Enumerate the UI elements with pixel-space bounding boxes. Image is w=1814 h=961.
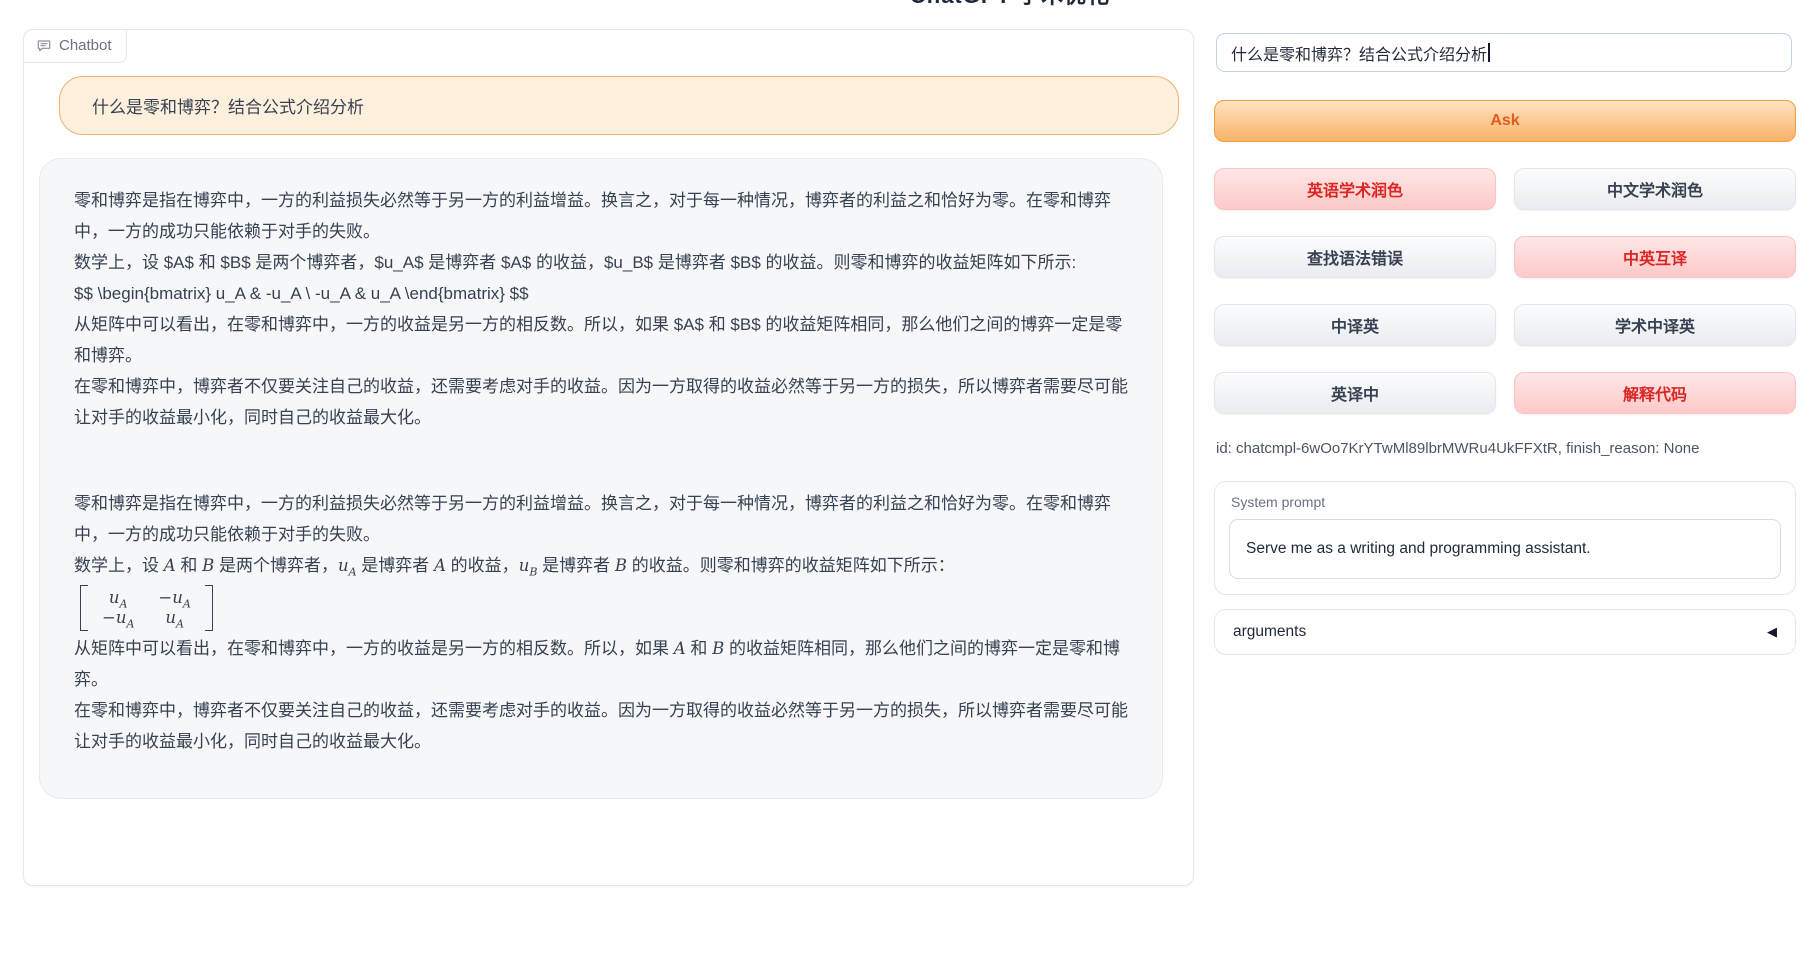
matrix-cell: uA [102,588,134,608]
bot-raw-paragraph-1: 零和博弈是指在博弈中，一方的利益损失必然等于另一方的利益增益。换言之，对于每一种… [74,185,1128,247]
matrix-cell: −uA [158,588,190,608]
payoff-matrix: uA −uA −uA uA [80,585,213,631]
math-var: B [712,639,724,658]
bot-raw-paragraph-5: 在零和博弈中，博弈者不仅要关注自己的收益，还需要考虑对手的收益。因为一方取得的收… [74,371,1128,433]
math-var: A [164,556,176,575]
math-subscript: A [349,565,357,578]
bot-rendered-paragraph-1: 零和博弈是指在博弈中，一方的利益损失必然等于另一方的利益增益。换言之，对于每一种… [74,488,1128,550]
bot-raw-paragraph-4: 从矩阵中可以看出，在零和博弈中，一方的收益是另一方的相反数。所以，如果 $A$ … [74,309,1128,371]
system-prompt-input[interactable]: Serve me as a writing and programming as… [1229,519,1781,579]
user-message-bubble: 什么是零和博弈？结合公式介绍分析 [59,76,1179,135]
bot-raw-paragraph-2: 数学上，设 $A$ 和 $B$ 是两个博弈者，$u_A$ 是博弈者 $A$ 的收… [74,247,1128,278]
matrix-right-bracket [205,585,213,631]
math-var: A [434,556,446,575]
matrix-cell: −uA [102,608,134,628]
function-button-grid: 英语学术润色中文学术润色查找语法错误中英互译中译英学术中译英英译中解释代码 [1214,168,1796,414]
math-var: B [615,556,627,575]
question-input[interactable]: 什么是零和博弈？结合公式介绍分析 [1216,33,1792,72]
text-run: 和 [686,639,712,658]
system-prompt-value: Serve me as a writing and programming as… [1246,540,1591,558]
system-prompt-group: System prompt Serve me as a writing and … [1214,481,1796,595]
user-message-text: 什么是零和博弈？结合公式介绍分析 [92,93,364,118]
chat-bubble-icon [36,38,52,54]
bot-message-bubble: 零和博弈是指在博弈中，一方的利益损失必然等于另一方的利益增益。换言之，对于每一种… [39,158,1163,799]
bot-rendered-math-line: 数学上，设 A 和 B 是两个博弈者，uA 是博弈者 A 的收益，uB 是博弈者… [74,550,1128,581]
accordion-collapsed-arrow-icon: ◀ [1767,624,1777,640]
math-var: u [519,556,530,575]
function-button-4[interactable]: 中英互译 [1514,236,1796,278]
chatbot-label-text: Chatbot [59,37,112,54]
bot-rendered-paragraph-4: 从矩阵中可以看出，在零和博弈中，一方的收益是另一方的相反数。所以，如果 A 和 … [74,633,1128,695]
bot-raw-latex-line: $$ \begin{bmatrix} u_A & -u_A \ -u_A & u… [74,278,1128,309]
text-run: 的收益， [446,556,519,575]
math-var: B [202,556,214,575]
status-line: id: chatcmpl-6wOo7KrYTwMl89lbrMWRu4UkFFX… [1216,440,1700,457]
app-root: ChatGPT 学术优化 Chatbot 什么是零和博弈？结合公式介绍分析 零和… [0,0,1814,961]
bot-rendered-paragraph-5: 在零和博弈中，博弈者不仅要关注自己的收益，还需要考虑对手的收益。因为一方取得的收… [74,695,1128,757]
math-var: u [338,556,349,575]
text-caret [1488,43,1490,62]
chatbot-panel: Chatbot 什么是零和博弈？结合公式介绍分析 零和博弈是指在博弈中，一方的利… [23,29,1194,886]
text-run: 从矩阵中可以看出，在零和博弈中，一方的收益是另一方的相反数。所以，如果 [74,639,674,658]
question-input-value: 什么是零和博弈？结合公式介绍分析 [1231,41,1487,65]
text-run: 是博弈者 [357,556,434,575]
page-title: ChatGPT 学术优化 [880,0,1140,9]
paragraph-gap [74,433,1128,488]
function-button-6[interactable]: 学术中译英 [1514,304,1796,346]
function-button-2[interactable]: 中文学术润色 [1514,168,1796,210]
function-button-1[interactable]: 英语学术润色 [1214,168,1496,210]
math-var: A [674,639,686,658]
arguments-accordion[interactable]: arguments ◀ [1214,609,1796,655]
text-run: 是博弈者 [537,556,614,575]
system-prompt-label: System prompt [1231,494,1781,510]
function-button-5[interactable]: 中译英 [1214,304,1496,346]
matrix-cell: uA [158,608,190,628]
text-run: 数学上，设 [74,556,164,575]
ask-button[interactable]: Ask [1214,100,1796,142]
chatbot-panel-label: Chatbot [24,30,127,63]
matrix-left-bracket [80,585,88,631]
clipped-page-title: ChatGPT 学术优化 [880,0,1140,9]
accordion-label: arguments [1233,623,1306,641]
text-run: 是两个博弈者， [214,556,338,575]
text-run: 的收益。则零和博弈的收益矩阵如下所示： [627,556,955,575]
text-run: 和 [176,556,202,575]
function-button-8[interactable]: 解释代码 [1514,372,1796,414]
function-button-7[interactable]: 英译中 [1214,372,1496,414]
function-button-3[interactable]: 查找语法错误 [1214,236,1496,278]
